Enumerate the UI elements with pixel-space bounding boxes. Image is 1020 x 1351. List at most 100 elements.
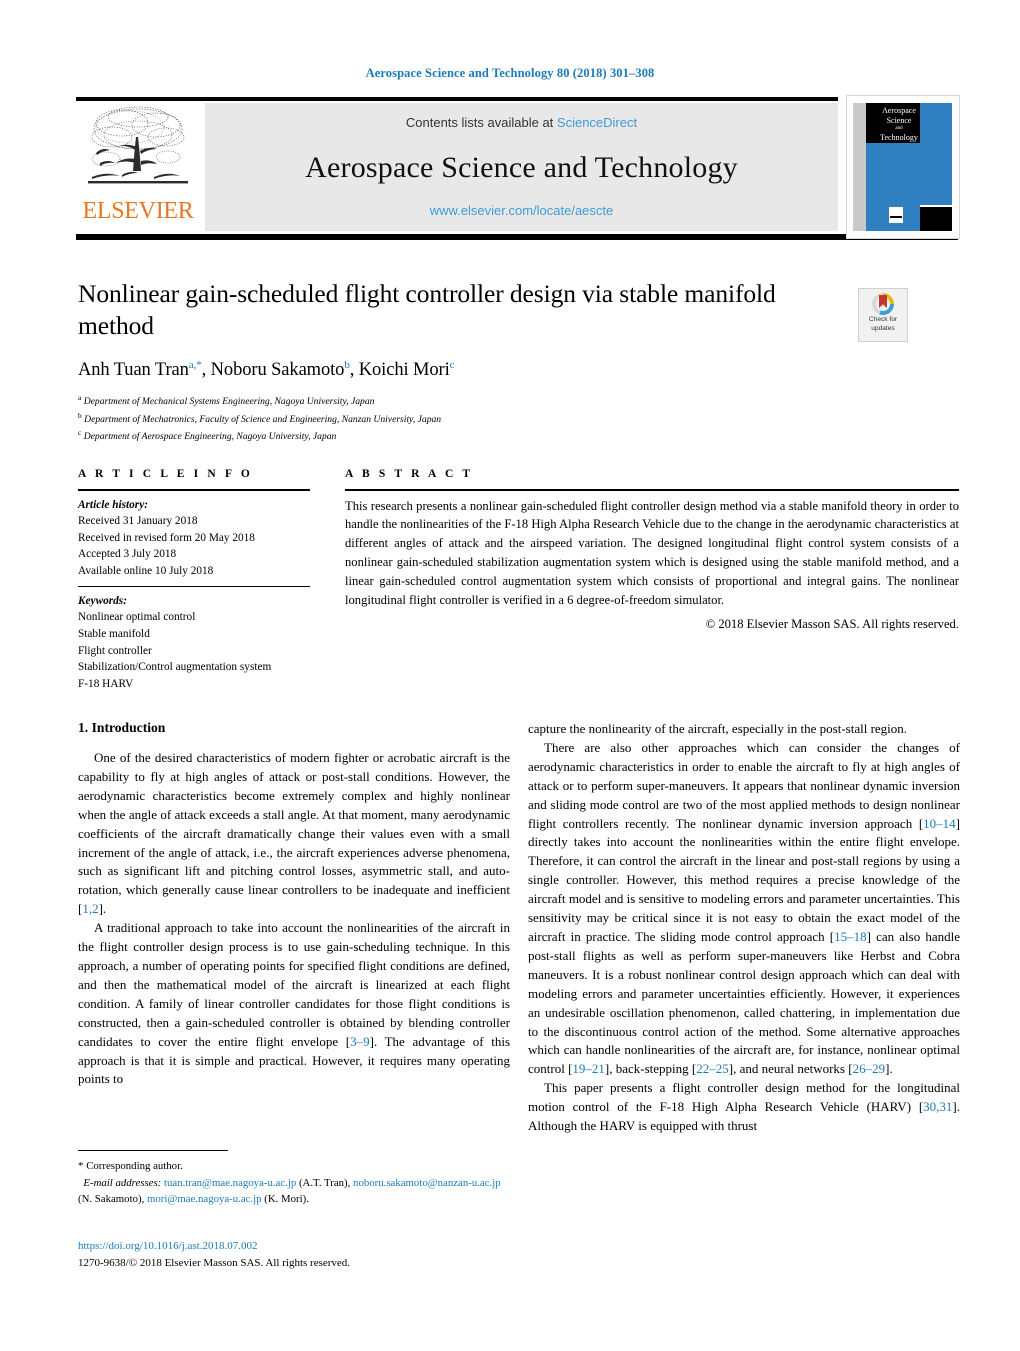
crossmark-label: Check for updates bbox=[859, 316, 907, 334]
article-info-heading: A R T I C L E I N F O bbox=[78, 468, 253, 480]
history-item: Accepted 3 July 2018 bbox=[78, 548, 177, 561]
footnote-block: * Corresponding author. E-mail addresses… bbox=[78, 1158, 510, 1208]
abstract-text: This research presents a nonlinear gain-… bbox=[345, 498, 959, 608]
cover-right-bottom-block bbox=[920, 207, 952, 231]
cover-right-mid-block bbox=[920, 143, 952, 205]
contents-available-line: Contents lists available at ScienceDirec… bbox=[205, 115, 838, 130]
affiliation-text: Department of Mechanical Systems Enginee… bbox=[83, 396, 375, 408]
abstract-divider bbox=[345, 489, 959, 491]
body-column-left: 1. Introduction One of the desired chara… bbox=[78, 720, 510, 1089]
affiliation-text: Department of Mechatronics, Faculty of S… bbox=[84, 413, 442, 425]
citation-link[interactable]: 26–29 bbox=[853, 1061, 886, 1076]
citation-link[interactable]: 1,2 bbox=[82, 901, 98, 916]
paragraph-text: A traditional approach to take into acco… bbox=[78, 920, 510, 1049]
journal-band: Contents lists available at ScienceDirec… bbox=[205, 103, 838, 231]
article-history: Article history: Received 31 January 201… bbox=[78, 497, 310, 580]
footnote-divider bbox=[78, 1150, 228, 1151]
author-list: Anh Tuan Trana,*, Noboru Sakamotob, Koic… bbox=[78, 358, 455, 380]
email-link-1[interactable]: tuan.tran@mae.nagoya-u.ac.jp bbox=[164, 1177, 296, 1189]
paragraph: One of the desired characteristics of mo… bbox=[78, 749, 510, 919]
sciencedirect-link[interactable]: ScienceDirect bbox=[557, 115, 637, 130]
corresponding-author-note: * Corresponding author. bbox=[78, 1158, 510, 1175]
affiliation-marker: b bbox=[78, 410, 82, 420]
paragraph: A traditional approach to take into acco… bbox=[78, 919, 510, 1089]
elsevier-tree-icon bbox=[88, 106, 188, 184]
citation-link[interactable]: 30,31 bbox=[923, 1099, 952, 1114]
email-owner-1: (A.T. Tran), bbox=[298, 1176, 351, 1189]
cover-artwork: Aerospace Science and Technology bbox=[853, 103, 952, 231]
doi-link[interactable]: https://doi.org/10.1016/j.ast.2018.07.00… bbox=[78, 1238, 510, 1255]
email-link-3[interactable]: mori@mae.nagoya-u.ac.jp bbox=[147, 1193, 262, 1205]
paragraph: capture the nonlinearity of the aircraft… bbox=[528, 721, 908, 736]
abstract-column: A B S T R A C T This research presents a… bbox=[345, 468, 959, 632]
citation-link[interactable]: 15–18 bbox=[834, 929, 867, 944]
paragraph-text-tail: ]. bbox=[98, 901, 107, 917]
paragraph-text: ] directly takes into account the nonlin… bbox=[528, 815, 960, 944]
cover-title-line-3: Technology bbox=[880, 132, 918, 142]
corresponding-author-text: Corresponding author. bbox=[86, 1160, 183, 1172]
title-block: Nonlinear gain-scheduled flight controll… bbox=[78, 278, 848, 445]
paragraph-text: One of the desired characteristics of mo… bbox=[78, 750, 510, 917]
contents-prefix: Contents lists available at bbox=[405, 115, 557, 130]
masthead-bottom-rule bbox=[76, 234, 958, 240]
paragraph: There are also other approaches which ca… bbox=[528, 739, 960, 1079]
paragraph-text: ] can also handle post-stall flights as … bbox=[528, 928, 961, 1077]
history-item: Available online 10 July 2018 bbox=[78, 564, 214, 577]
keywords-divider bbox=[78, 585, 310, 587]
abstract-copyright: © 2018 Elsevier Masson SAS. All rights r… bbox=[705, 616, 959, 631]
email-owner-2: (N. Sakamoto), bbox=[78, 1193, 145, 1206]
affiliation-item: a Department of Mechanical Systems Engin… bbox=[78, 392, 848, 410]
paragraph-text: ], and neural networks [ bbox=[728, 1061, 853, 1077]
article-info-divider bbox=[78, 489, 310, 491]
history-item: Received in revised form 20 May 2018 bbox=[78, 531, 255, 544]
paragraph-text-tail: ]. bbox=[885, 1061, 893, 1077]
citation-link[interactable]: 10–14 bbox=[923, 816, 956, 831]
paragraph-text: This paper presents a flight controller … bbox=[528, 1080, 960, 1115]
cover-emblem-icon bbox=[889, 207, 903, 223]
article-history-label: Article history: bbox=[78, 498, 148, 511]
asterisk-icon: * bbox=[78, 1160, 84, 1172]
journal-cover-thumbnail[interactable]: Aerospace Science and Technology bbox=[846, 95, 960, 239]
email-owner-3: (K. Mori). bbox=[264, 1193, 309, 1206]
keyword-item: Stabilization/Control augmentation syste… bbox=[78, 661, 272, 674]
citation-link[interactable]: 19–21 bbox=[572, 1061, 605, 1076]
crossmark-label-line1: Check for bbox=[868, 316, 898, 323]
crossmark-label-line2: updates bbox=[871, 324, 895, 332]
journal-title: Aerospace Science and Technology bbox=[305, 151, 738, 184]
email-addresses-label: E-mail addresses: bbox=[83, 1176, 162, 1189]
page-title: Nonlinear gain-scheduled flight controll… bbox=[78, 279, 776, 341]
paragraph-text: There are also other approaches which ca… bbox=[528, 739, 960, 831]
elsevier-wordmark: ELSEVIER bbox=[82, 198, 194, 224]
body-column-right: capture the nonlinearity of the aircraft… bbox=[528, 720, 960, 1136]
keyword-item: F-18 HARV bbox=[78, 677, 134, 690]
crossmark-badge[interactable]: Check for updates bbox=[858, 288, 908, 342]
paragraph-text: ], back-stepping [ bbox=[604, 1061, 697, 1077]
affiliation-item: b Department of Mechatronics, Faculty of… bbox=[78, 410, 848, 428]
cover-title-line-1: Aerospace bbox=[882, 106, 916, 115]
affiliation-item: c Department of Aerospace Engineering, N… bbox=[78, 427, 848, 445]
cover-title-text: Aerospace Science and Technology bbox=[869, 106, 929, 143]
cover-title-line-2: Science bbox=[886, 116, 912, 126]
section-heading-introduction: 1. Introduction bbox=[78, 720, 166, 735]
citation-link[interactable]: 3–9 bbox=[350, 1034, 370, 1049]
affiliation-text: Department of Aerospace Engineering, Nag… bbox=[83, 431, 337, 443]
abstract-heading: A B S T R A C T bbox=[345, 468, 474, 480]
email-link-2[interactable]: noboru.sakamoto@nanzan-u.ac.jp bbox=[353, 1177, 501, 1189]
article-info-column: A R T I C L E I N F O Article history: R… bbox=[78, 468, 310, 692]
journal-url-link[interactable]: www.elsevier.com/locate/aescte bbox=[205, 203, 838, 218]
keywords-label: Keywords: bbox=[78, 594, 127, 607]
email-addresses-note: E-mail addresses: tuan.tran@mae.nagoya-u… bbox=[78, 1175, 510, 1208]
journal-masthead: ELSEVIER Contents lists available at Sci… bbox=[76, 95, 960, 239]
cover-spine bbox=[853, 103, 866, 231]
paragraph: This paper presents a flight controller … bbox=[528, 1079, 960, 1136]
issn-copyright-line: 1270-9638/© 2018 Elsevier Masson SAS. Al… bbox=[78, 1256, 351, 1269]
elsevier-logo: ELSEVIER bbox=[76, 103, 200, 231]
history-item: Received 31 January 2018 bbox=[78, 515, 198, 528]
paper-page: Aerospace Science and Technology 80 (201… bbox=[0, 0, 1020, 1351]
running-head: Aerospace Science and Technology 80 (201… bbox=[365, 66, 655, 80]
affiliation-list: a Department of Mechanical Systems Engin… bbox=[78, 392, 848, 445]
citation-link[interactable]: 22–25 bbox=[696, 1061, 729, 1076]
keyword-item: Nonlinear optimal control bbox=[78, 611, 196, 624]
doi-block: https://doi.org/10.1016/j.ast.2018.07.00… bbox=[78, 1238, 510, 1271]
keyword-item: Stable manifold bbox=[78, 627, 150, 640]
